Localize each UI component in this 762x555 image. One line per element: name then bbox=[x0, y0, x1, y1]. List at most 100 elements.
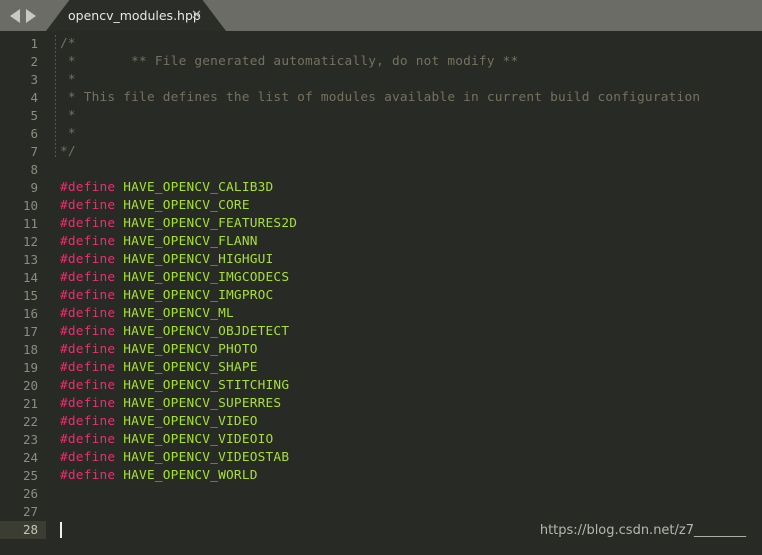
code-token-pre: #define bbox=[60, 414, 116, 429]
line-number: 12 bbox=[22, 234, 38, 249]
code-token-pre: #define bbox=[60, 306, 116, 321]
code-token-pre: #define bbox=[60, 324, 116, 339]
line-number: 14 bbox=[22, 270, 38, 285]
code-line: #define HAVE_OPENCV_OBJDETECT bbox=[60, 323, 289, 341]
code-token-macro: HAVE_OPENCV_OBJDETECT bbox=[115, 324, 290, 339]
line-number: 27 bbox=[22, 504, 38, 519]
code-line: #define HAVE_OPENCV_CORE bbox=[60, 197, 250, 215]
code-token-macro: HAVE_OPENCV_FEATURES2D bbox=[115, 216, 298, 231]
line-number: 1 bbox=[30, 36, 38, 51]
line-number: 9 bbox=[30, 180, 38, 195]
line-number: 16 bbox=[22, 306, 38, 321]
code-token-pre: #define bbox=[60, 450, 116, 465]
close-icon[interactable]: ✕ bbox=[191, 0, 202, 31]
code-line: #define HAVE_OPENCV_HIGHGUI bbox=[60, 251, 273, 269]
line-number: 11 bbox=[22, 216, 38, 231]
code-token-macro: HAVE_OPENCV_ML bbox=[115, 306, 234, 321]
code-token-macro: HAVE_OPENCV_PHOTO bbox=[115, 342, 258, 357]
code-token-macro: HAVE_OPENCV_VIDEO bbox=[115, 414, 258, 429]
code-token-macro: HAVE_OPENCV_CALIB3D bbox=[115, 180, 274, 195]
code-line: #define HAVE_OPENCV_CALIB3D bbox=[60, 179, 273, 197]
code-line: #define HAVE_OPENCV_IMGPROC bbox=[60, 287, 273, 305]
code-token-pre: #define bbox=[60, 234, 116, 249]
line-number-gutter: 1 2 3 4 5 6 7 8 9 10 11 12 13 14 15 16 17 18 19 20 21 22 23 24 2… bbox=[0, 31, 46, 555]
arrow-right-icon[interactable] bbox=[26, 8, 36, 23]
code-token-pre: #define bbox=[60, 432, 116, 447]
code-token-comment: * bbox=[60, 108, 76, 123]
code-line: #define HAVE_OPENCV_FEATURES2D bbox=[60, 215, 297, 233]
code-token-pre: #define bbox=[60, 270, 116, 285]
line-number: 20 bbox=[22, 378, 38, 393]
code-line: #define HAVE_OPENCV_STITCHING bbox=[60, 377, 289, 395]
code-editor[interactable]: 1 2 3 4 5 6 7 8 9 10 11 12 13 14 15 16 17 18 19 20 21 22 23 24 2… bbox=[0, 31, 762, 555]
code-line: #define HAVE_OPENCV_PHOTO bbox=[60, 341, 258, 359]
code-token-pre: #define bbox=[60, 342, 116, 357]
line-number: 6 bbox=[30, 126, 38, 141]
tab-label: opencv_modules.hpp bbox=[68, 8, 201, 23]
code-token-comment: /* bbox=[60, 36, 76, 51]
code-token-comment: */ bbox=[60, 144, 76, 159]
line-number: 25 bbox=[22, 468, 38, 483]
code-token-pre: #define bbox=[60, 180, 116, 195]
code-token-pre: #define bbox=[60, 252, 116, 267]
line-number: 21 bbox=[22, 396, 38, 411]
arrow-left-icon[interactable] bbox=[10, 8, 20, 23]
code-token-pre: #define bbox=[60, 396, 116, 411]
code-line: #define HAVE_OPENCV_VIDEOSTAB bbox=[60, 449, 289, 467]
code-token-pre: #define bbox=[60, 378, 116, 393]
code-line: #define HAVE_OPENCV_FLANN bbox=[60, 233, 258, 251]
code-token-macro: HAVE_OPENCV_WORLD bbox=[115, 468, 258, 483]
code-line: /* bbox=[60, 35, 76, 53]
line-number: 18 bbox=[22, 342, 38, 357]
code-line: #define HAVE_OPENCV_WORLD bbox=[60, 467, 258, 485]
code-token-comment: * This file defines the list of modules … bbox=[60, 90, 701, 105]
code-line: #define HAVE_OPENCV_ML bbox=[60, 305, 234, 323]
navigation-arrows bbox=[10, 0, 36, 31]
code-token-pre: #define bbox=[60, 288, 116, 303]
code-token-macro: HAVE_OPENCV_HIGHGUI bbox=[115, 252, 274, 267]
tab-opencv-modules[interactable]: opencv_modules.hpp ✕ bbox=[46, 0, 226, 31]
code-token-macro: HAVE_OPENCV_STITCHING bbox=[115, 378, 290, 393]
line-number: 17 bbox=[22, 324, 38, 339]
code-token-comment: * ** File generated automatically, do no… bbox=[60, 54, 519, 69]
code-line: * bbox=[60, 125, 76, 143]
code-line: * bbox=[60, 107, 76, 125]
indent-guide bbox=[55, 35, 56, 157]
line-number: 10 bbox=[22, 198, 38, 213]
code-token-macro: HAVE_OPENCV_SHAPE bbox=[115, 360, 258, 375]
code-token-macro: HAVE_OPENCV_VIDEOSTAB bbox=[115, 450, 290, 465]
code-token-pre: #define bbox=[60, 216, 116, 231]
text-cursor bbox=[60, 522, 62, 538]
code-line: */ bbox=[60, 143, 76, 161]
line-number: 3 bbox=[30, 72, 38, 87]
line-number: 5 bbox=[30, 108, 38, 123]
line-number: 13 bbox=[22, 252, 38, 267]
line-number: 22 bbox=[22, 414, 38, 429]
code-token-pre: #define bbox=[60, 468, 116, 483]
code-line: #define HAVE_OPENCV_IMGCODECS bbox=[60, 269, 289, 287]
code-line: #define HAVE_OPENCV_SHAPE bbox=[60, 359, 258, 377]
watermark-text: https://blog.csdn.net/z7________ bbox=[539, 523, 746, 538]
code-token-comment: * bbox=[60, 72, 76, 87]
editor-window: opencv_modules.hpp ✕ 1 2 3 4 5 6 7 8 9 10 11 12 13 14… bbox=[0, 0, 762, 555]
tab-bar: opencv_modules.hpp ✕ bbox=[0, 0, 762, 31]
code-token-macro: HAVE_OPENCV_VIDEOIO bbox=[115, 432, 274, 447]
line-number: 19 bbox=[22, 360, 38, 375]
code-token-pre: #define bbox=[60, 198, 116, 213]
line-number: 24 bbox=[22, 450, 38, 465]
code-line: * This file defines the list of modules … bbox=[60, 89, 700, 107]
code-token-macro: HAVE_OPENCV_CORE bbox=[115, 198, 250, 213]
code-line: #define HAVE_OPENCV_VIDEOIO bbox=[60, 431, 273, 449]
code-token-macro: HAVE_OPENCV_IMGPROC bbox=[115, 288, 274, 303]
line-number: 28 bbox=[22, 522, 38, 537]
code-line: * ** File generated automatically, do no… bbox=[60, 53, 518, 71]
code-line: #define HAVE_OPENCV_SUPERRES bbox=[60, 395, 281, 413]
line-number: 7 bbox=[30, 144, 38, 159]
code-token-macro: HAVE_OPENCV_IMGCODECS bbox=[115, 270, 290, 285]
line-number: 4 bbox=[30, 90, 38, 105]
code-token-macro: HAVE_OPENCV_SUPERRES bbox=[115, 396, 282, 411]
code-area[interactable]: /* * ** File generated automatically, do… bbox=[46, 31, 762, 555]
line-number: 8 bbox=[30, 162, 38, 177]
code-token-pre: #define bbox=[60, 360, 116, 375]
code-token-macro: HAVE_OPENCV_FLANN bbox=[115, 234, 258, 249]
